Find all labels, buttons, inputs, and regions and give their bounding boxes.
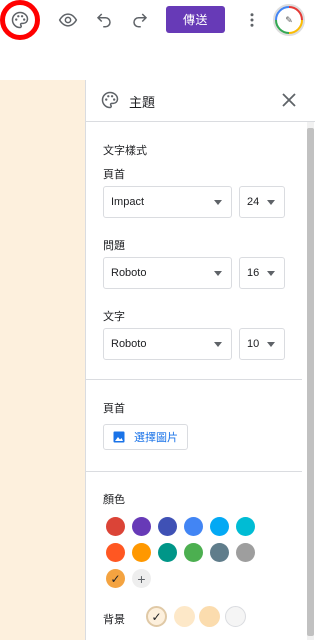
palette-icon xyxy=(100,90,120,110)
color-swatch-orange[interactable] xyxy=(132,543,151,562)
question-font-label: 問題 xyxy=(103,240,125,252)
scrollbar[interactable] xyxy=(307,122,314,640)
header-size-select[interactable]: 24 xyxy=(239,186,285,218)
color-swatch-grey[interactable] xyxy=(236,543,255,562)
color-swatch-light-blue[interactable] xyxy=(210,517,229,536)
question-font-value: Roboto xyxy=(111,267,147,279)
color-swatch-deep-orange[interactable] xyxy=(106,543,125,562)
text-font-select[interactable]: Roboto xyxy=(103,328,232,360)
background-swatch-selected[interactable]: ✓ xyxy=(146,606,167,627)
question-font-select[interactable]: Roboto xyxy=(103,257,232,289)
eye-icon[interactable] xyxy=(54,6,82,34)
theme-panel-title: 主題 xyxy=(129,95,156,110)
header-size-value: 24 xyxy=(247,196,260,208)
divider xyxy=(86,471,302,472)
send-button[interactable]: 傳送 xyxy=(166,6,225,33)
background-swatch-grey[interactable] xyxy=(225,606,246,627)
text-style-label: 文字樣式 xyxy=(103,145,147,157)
image-icon xyxy=(113,431,125,443)
theme-panel: 主題 文字樣式 頁首 Impact 24 問題 Roboto 16 文字 Rob… xyxy=(85,80,315,640)
avatar[interactable]: ✎ xyxy=(273,4,305,36)
chevron-down-icon xyxy=(267,342,275,347)
color-swatch-blue[interactable] xyxy=(184,517,203,536)
header-font-value: Impact xyxy=(111,196,145,208)
color-swatch-teal[interactable] xyxy=(158,543,177,562)
chevron-down-icon xyxy=(267,200,275,205)
question-size-value: 16 xyxy=(247,267,260,279)
header-font-label: 頁首 xyxy=(103,169,125,181)
more-vert-icon[interactable] xyxy=(238,6,266,34)
chevron-down-icon xyxy=(214,342,222,347)
color-swatch-indigo[interactable] xyxy=(158,517,177,536)
color-swatch-purple[interactable] xyxy=(132,517,151,536)
text-size-select[interactable]: 10 xyxy=(239,328,285,360)
divider xyxy=(86,379,302,380)
header-font-select[interactable]: Impact xyxy=(103,186,232,218)
choose-image-label: 選擇圖片 xyxy=(134,432,178,444)
check-icon: ✓ xyxy=(110,571,121,586)
plus-icon: + xyxy=(137,570,146,587)
add-color-button[interactable]: + xyxy=(132,569,151,588)
header-image-label: 頁首 xyxy=(103,403,125,415)
color-swatch-cyan[interactable] xyxy=(236,517,255,536)
check-icon: ✓ xyxy=(151,609,162,624)
color-swatch-selected[interactable]: ✓ xyxy=(106,569,125,588)
question-size-select[interactable]: 16 xyxy=(239,257,285,289)
color-swatch-blue-grey[interactable] xyxy=(210,543,229,562)
theme-panel-header: 主題 xyxy=(86,80,315,122)
palette-icon[interactable] xyxy=(0,0,40,40)
chevron-down-icon xyxy=(267,271,275,276)
undo-icon[interactable] xyxy=(90,6,118,34)
color-label: 顏色 xyxy=(103,494,125,506)
background-swatch-light[interactable] xyxy=(174,606,195,627)
text-size-value: 10 xyxy=(247,338,260,350)
choose-image-button[interactable]: 選擇圖片 xyxy=(103,424,188,450)
redo-icon[interactable] xyxy=(126,6,154,34)
close-icon[interactable] xyxy=(279,90,299,110)
avatar-image: ✎ xyxy=(277,8,301,32)
chevron-down-icon xyxy=(214,200,222,205)
form-canvas xyxy=(0,80,85,640)
chevron-down-icon xyxy=(214,271,222,276)
scrollbar-thumb[interactable] xyxy=(307,128,314,636)
color-swatch-green[interactable] xyxy=(184,543,203,562)
color-swatch-red[interactable] xyxy=(106,517,125,536)
background-label: 背景 xyxy=(103,614,125,626)
top-toolbar: 傳送 ✎ xyxy=(0,0,314,80)
background-swatch-medium[interactable] xyxy=(199,606,220,627)
text-font-label: 文字 xyxy=(103,311,125,323)
text-font-value: Roboto xyxy=(111,338,147,350)
